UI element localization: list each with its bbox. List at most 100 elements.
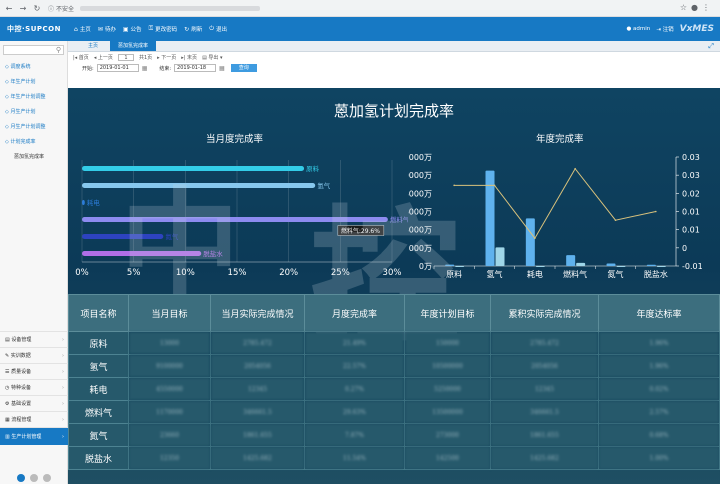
query-button[interactable]: 查询 <box>230 64 257 72</box>
browser-actions[interactable]: ☆●⋮ <box>680 3 714 12</box>
sidebar-footer <box>0 471 68 484</box>
start-date-input[interactable]: 2019-01-01 <box>96 64 139 72</box>
x-tick-label: 10% <box>176 268 195 278</box>
sidebar-group[interactable]: ▦ 流程管理 › <box>0 411 68 427</box>
value-cell: 1425.682 <box>210 446 305 470</box>
sidebar-item[interactable]: ◇ 计划完成率 <box>0 134 67 149</box>
sidebar-item-active[interactable]: 蒽加氢完成率 <box>0 149 67 164</box>
end-date-input[interactable]: 2019-01-18 <box>174 64 217 72</box>
sidebar-group[interactable]: ▤ 设备管理 › <box>0 331 68 347</box>
bar-target <box>525 218 535 266</box>
sidebar-item[interactable]: ◇ 年生产计划 <box>0 74 67 89</box>
sidebar-item[interactable]: ◇ 月生产计划 <box>0 104 67 119</box>
value-cell: 4550000 <box>128 377 211 401</box>
settings-circle-icon[interactable] <box>17 473 25 482</box>
y-tick-label-right: 0.03 <box>682 171 700 180</box>
value-cell: 5250000 <box>404 377 491 401</box>
value-cell: 22.57% <box>304 354 405 378</box>
x-tick-label: 燃料气 <box>563 269 587 279</box>
reload-icon[interactable]: ↻ <box>32 4 42 13</box>
sidebar-search-input[interactable]: ⚲ <box>3 45 64 55</box>
browser-toolbar: ← → ↻ ⓘ 不安全 ☆●⋮ <box>0 0 720 17</box>
first-page-button[interactable]: |◂ 首页 <box>73 54 89 61</box>
menu-todo[interactable]: ✉ 待办 <box>98 25 116 34</box>
back-icon[interactable]: ← <box>4 4 14 13</box>
bar-label: 氮气 <box>165 232 179 241</box>
col-header: 年度达标率 <box>598 294 720 332</box>
row-name-cell: 氢气 <box>68 354 129 378</box>
tab-home[interactable]: 主页 <box>80 40 106 51</box>
tab-bar: 主页 蒽加氢完成率 ⤢ <box>68 40 720 52</box>
menu-icon[interactable]: ⋮ <box>702 3 714 12</box>
bar-label: 脱盐水 <box>203 249 223 258</box>
sidebar-group[interactable]: ◷ 特种设备 › <box>0 379 68 395</box>
key-icon: ⚿ <box>148 25 154 32</box>
x-tick-label: 25% <box>331 268 350 278</box>
search-icon[interactable]: ⚲ <box>56 46 61 54</box>
col-header: 月度完成率 <box>304 294 405 332</box>
export-button[interactable]: ▤ 导出 ▾ <box>202 54 222 61</box>
right-chart-title: 年度完成率 <box>536 134 584 145</box>
value-cell: 346661.5 <box>210 400 305 424</box>
power-circle-icon[interactable] <box>43 473 51 482</box>
rate-line <box>454 167 656 240</box>
url-text <box>80 5 261 11</box>
sidebar-group[interactable]: ⚙ 基础设置 › <box>0 395 68 411</box>
user-area: ● admin ⇥ 注销 VxMES <box>620 17 714 41</box>
chevron-icon: › <box>62 352 64 359</box>
menu-refresh[interactable]: ↻ 刷新 <box>184 25 202 34</box>
sidebar-item[interactable]: ◇ 月生产计划调整 <box>0 119 67 134</box>
profile-icon[interactable]: ● <box>691 3 702 12</box>
page-number-input[interactable]: 1 <box>117 53 134 61</box>
theme-circle-icon[interactable] <box>30 473 38 482</box>
bar-target <box>646 264 656 266</box>
value-cell: 150000 <box>404 331 491 355</box>
logout-link[interactable]: ⇥ 注销 <box>656 25 673 33</box>
bar <box>82 200 85 205</box>
bar <box>82 234 164 239</box>
table-row: 氢气 9100000 2054056 22.57% 10500000 2054056 1.9… <box>68 354 720 378</box>
menu-notice[interactable]: ▣ 公告 <box>123 25 142 34</box>
value-cell: 7.87% <box>304 423 405 447</box>
value-cell: 12350 <box>128 446 211 470</box>
sidebar-item[interactable]: ◇ 调度系统 <box>0 59 67 74</box>
address-bar[interactable]: ⓘ 不安全 <box>48 2 648 14</box>
user-name[interactable]: ● admin <box>626 26 650 32</box>
sidebar-item[interactable]: ◇ 年生产计划调整 <box>0 89 67 104</box>
rate-point <box>574 167 576 170</box>
expand-icon[interactable]: ⤢ <box>708 42 714 51</box>
bar-actual <box>455 265 465 267</box>
calendar-icon[interactable]: ▦ <box>219 65 225 72</box>
star-icon[interactable]: ☆ <box>680 3 691 12</box>
tooltip-text: 燃料气:29.6% <box>341 227 380 235</box>
sidebar-group[interactable]: ✎ 实训数据 › <box>0 347 68 363</box>
tab-completion[interactable]: 蒽加氢完成率 <box>110 40 157 51</box>
value-cell: 0.68% <box>598 423 720 447</box>
value-cell: 1.96% <box>598 354 720 378</box>
power-icon: ⏻ <box>209 25 214 32</box>
sidebar-group-active[interactable]: ▥ 生产计划管理 › <box>0 427 68 445</box>
menu-home[interactable]: ⌂ 主页 <box>74 25 91 34</box>
value-cell: 142500 <box>404 446 491 470</box>
info-icon: ⓘ <box>48 5 55 13</box>
chevron-icon: › <box>62 400 64 407</box>
chevron-icon: › <box>62 433 64 440</box>
menu-password[interactable]: ⚿ 更改密码 <box>149 25 178 33</box>
value-cell: 2785.472 <box>210 331 305 355</box>
last-page-button[interactable]: ▸| 末页 <box>181 54 197 61</box>
next-page-button[interactable]: ▸ 下一页 <box>157 54 176 61</box>
table-row: 氮气 23660 1861.655 7.87% 273000 1861.655 0.68% <box>68 423 720 447</box>
bar-target <box>445 264 455 266</box>
completion-table: 项目名称 当月目标 当月实际完成情况 月度完成率 年度计划目标 累积实际完成情况… <box>68 294 720 470</box>
y-tick-label-left: 2000万 <box>408 244 432 253</box>
y-tick-label-left: 12000万 <box>408 153 432 162</box>
y-tick-label-right: 0.01 <box>682 226 700 235</box>
brand-name: VxMES <box>679 24 714 34</box>
forward-icon[interactable]: → <box>18 4 28 13</box>
calendar-icon[interactable]: ▦ <box>142 65 148 72</box>
dashboard-title: 蒽加氢计划完成率 <box>333 102 454 120</box>
menu-exit[interactable]: ⏻ 退出 <box>209 25 227 33</box>
value-cell: 13000 <box>128 331 211 355</box>
prev-page-button[interactable]: ◂ 上一页 <box>94 54 113 61</box>
sidebar-group[interactable]: ☰ 质量设备 › <box>0 363 68 379</box>
